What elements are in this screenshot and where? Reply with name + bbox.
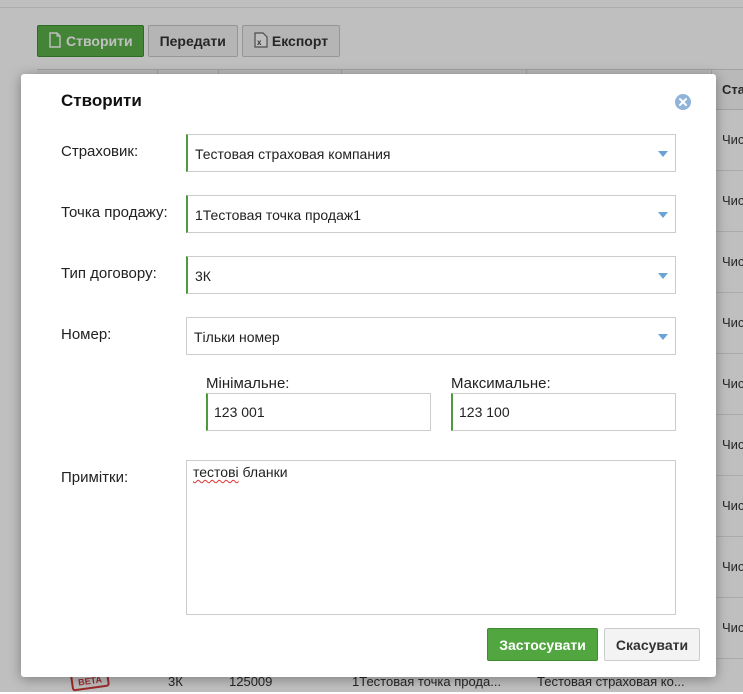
contract-type-label: Тип договору: [61, 265, 157, 282]
chevron-down-icon [658, 334, 668, 340]
insurer-select[interactable]: Тестовая страховая компания [186, 134, 676, 172]
chevron-down-icon [658, 212, 668, 218]
notes-text-misspelled: тестові [193, 464, 239, 480]
insurer-value: Тестовая страховая компания [195, 146, 391, 162]
contract-type-select[interactable]: 3К [186, 256, 676, 294]
min-number-input[interactable] [206, 393, 431, 431]
create-dialog: Створити Страховик: Тестовая страховая к… [21, 74, 716, 677]
max-number-input[interactable] [451, 393, 676, 431]
max-label: Максимальне: [451, 375, 551, 392]
notes-text: бланки [242, 464, 288, 480]
chevron-down-icon [658, 151, 668, 157]
cancel-button[interactable]: Скасувати [604, 628, 700, 661]
number-mode-select[interactable]: Тільки номер [186, 317, 676, 355]
sale-point-value: 1Тестовая точка продаж1 [195, 207, 362, 223]
chevron-down-icon [658, 273, 668, 279]
apply-button[interactable]: Застосувати [487, 628, 598, 661]
number-label: Номер: [61, 326, 112, 343]
number-mode-value: Тільки номер [194, 329, 280, 345]
contract-type-value: 3К [195, 268, 211, 284]
sale-point-label: Точка продажу: [61, 204, 168, 221]
min-label: Мінімальне: [206, 375, 290, 392]
close-icon[interactable] [675, 94, 691, 110]
notes-label: Примітки: [61, 469, 129, 486]
notes-textarea[interactable]: тестові бланки [186, 460, 676, 615]
dialog-title: Створити [61, 91, 142, 110]
insurer-label: Страховик: [61, 143, 139, 160]
sale-point-select[interactable]: 1Тестовая точка продаж1 [186, 195, 676, 233]
